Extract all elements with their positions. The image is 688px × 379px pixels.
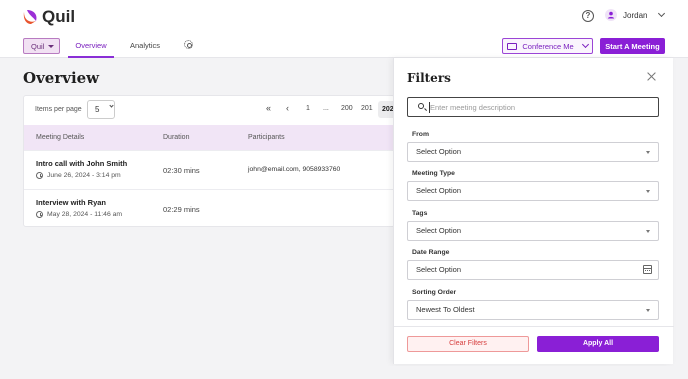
- meeting-title[interactable]: Intro call with John Smith: [36, 159, 127, 168]
- meeting-type-select[interactable]: Select Option: [407, 181, 659, 201]
- user-menu[interactable]: Jordan: [605, 9, 666, 21]
- quil-logo-icon: [22, 8, 40, 26]
- table-header: Meeting Details Duration Participants: [24, 125, 394, 150]
- org-select[interactable]: Quil: [23, 38, 60, 54]
- gear-icon[interactable]: [184, 40, 193, 49]
- dropdown-caret-icon: [646, 190, 650, 193]
- tags-label: Tags: [412, 210, 428, 217]
- search-input[interactable]: [430, 101, 655, 114]
- table-row[interactable]: Interview with Ryan May 28, 2024 - 11:46…: [24, 189, 394, 226]
- page-footer-strip: [0, 366, 688, 379]
- from-select[interactable]: Select Option: [407, 142, 659, 162]
- clear-filters-button[interactable]: Clear Filters: [407, 336, 529, 352]
- first-page-icon[interactable]: «: [266, 103, 271, 113]
- page-ellipsis: ...: [323, 105, 329, 112]
- table-row[interactable]: Intro call with John Smith June 26, 2024…: [24, 150, 394, 188]
- filters-title: Filters: [407, 71, 451, 85]
- avatar-icon: [605, 9, 617, 21]
- sorting-order-label: Sorting Order: [412, 289, 457, 296]
- chevron-down-icon: [658, 9, 666, 18]
- meeting-date-text: May 28, 2024 - 11:46 am: [47, 211, 123, 218]
- from-label: From: [412, 131, 429, 138]
- items-per-page-select[interactable]: 5: [87, 100, 115, 119]
- calendar-icon[interactable]: [643, 265, 652, 274]
- dropdown-caret-icon: [646, 230, 650, 233]
- page-1[interactable]: 1: [306, 105, 310, 112]
- tags-select-value: Select Option: [416, 226, 462, 235]
- chevron-down-icon: [109, 103, 114, 108]
- tags-select[interactable]: Select Option: [407, 221, 659, 241]
- dropdown-caret-icon: [646, 309, 650, 312]
- footer-divider: [394, 326, 674, 327]
- meeting-date-text: June 26, 2024 - 3:14 pm: [47, 172, 121, 179]
- meeting-search: [407, 97, 659, 117]
- conference-me-button[interactable]: Conference Me: [502, 38, 593, 54]
- conference-me-label: Conference Me: [522, 41, 574, 51]
- column-meeting-details: Meeting Details: [36, 134, 85, 141]
- filters-panel: Filters From Select Option Meeting Type …: [393, 58, 674, 364]
- from-select-value: Select Option: [416, 147, 462, 156]
- page-200[interactable]: 200: [341, 105, 353, 112]
- help-icon[interactable]: ?: [582, 10, 594, 22]
- page-title: Overview: [23, 69, 100, 87]
- clock-icon: [36, 172, 43, 179]
- date-range-value: Select Option: [416, 265, 462, 274]
- tab-analytics[interactable]: Analytics: [130, 41, 160, 50]
- close-icon[interactable]: [647, 72, 656, 81]
- items-per-page-value: 5: [95, 105, 100, 114]
- apply-all-button[interactable]: Apply All: [537, 336, 659, 352]
- date-range-picker[interactable]: Select Option: [407, 260, 659, 280]
- meeting-type-label: Meeting Type: [412, 170, 455, 177]
- app-name: Quil: [42, 7, 76, 26]
- prev-page-icon[interactable]: ‹: [286, 103, 289, 113]
- dropdown-caret-icon: [48, 44, 55, 48]
- chevron-down-icon: [581, 40, 589, 49]
- search-icon: [418, 103, 424, 109]
- meeting-type-select-value: Select Option: [416, 186, 462, 195]
- top-header: Quil ? Jordan Quil Overview Analytics Co…: [0, 0, 688, 58]
- sorting-order-value: Newest To Oldest: [416, 305, 475, 314]
- meeting-participants: john@email.com, 9058933760: [248, 166, 341, 173]
- column-participants: Participants: [248, 134, 285, 141]
- video-camera-icon: [507, 42, 518, 50]
- user-name: Jordan: [623, 10, 648, 20]
- meetings-table-card: Items per page 5 « ‹ 1 ... 200 201 202 M…: [23, 95, 395, 227]
- meeting-date: June 26, 2024 - 3:14 pm: [36, 172, 121, 179]
- meeting-title[interactable]: Interview with Ryan: [36, 198, 106, 207]
- sorting-order-select[interactable]: Newest To Oldest: [407, 300, 659, 320]
- dropdown-caret-icon: [646, 151, 650, 154]
- meeting-duration: 02:29 mins: [163, 205, 200, 214]
- org-select-value: Quil: [31, 41, 45, 51]
- page-201[interactable]: 201: [361, 105, 373, 112]
- column-duration: Duration: [163, 134, 190, 141]
- start-meeting-button[interactable]: Start A Meeting: [600, 38, 665, 54]
- meeting-duration: 02:30 mins: [163, 166, 200, 175]
- tab-overview[interactable]: Overview: [68, 41, 114, 58]
- items-per-page-label: Items per page: [35, 106, 82, 113]
- clock-icon: [36, 211, 43, 218]
- meeting-date: May 28, 2024 - 11:46 am: [36, 211, 122, 218]
- date-range-label: Date Range: [412, 249, 450, 256]
- pagination-bar: Items per page 5 « ‹ 1 ... 200 201 202: [24, 96, 394, 124]
- app-logo[interactable]: Quil: [22, 7, 75, 27]
